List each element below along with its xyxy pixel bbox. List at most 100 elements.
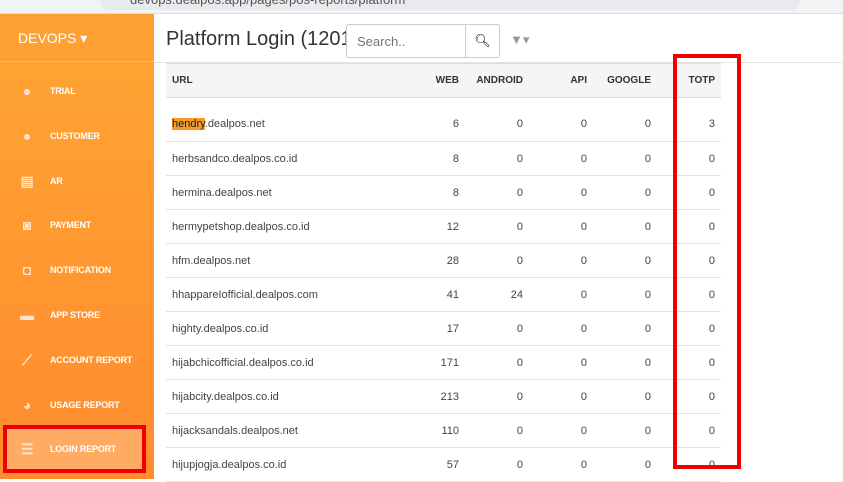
sidebar-item-label: CUSTOMER [50,131,100,141]
google-cell: 0 [593,413,657,448]
api-cell: 0 [529,209,593,244]
pie-chart-icon: ◕ [22,397,32,413]
api-cell: 0 [529,141,593,176]
store-icon: ▬ [20,307,34,323]
web-cell: 213 [405,379,465,414]
bar-list-icon: ☰ [20,440,34,457]
sidebar-item-usage-report[interactable]: ◕ USAGE REPORT [7,385,142,425]
search-icon: 🔍︎ [474,33,491,48]
table-row[interactable]: hijabchicofficial.dealpos.co.id 171 0 0 0 0 [166,345,721,380]
android-cell: 0 [465,243,529,278]
android-cell: 0 [465,447,529,482]
web-cell: 6 [405,107,465,142]
api-cell: 0 [529,175,593,210]
table-row[interactable]: herbsandco.dealpos.co.id 8 0 0 0 0 [166,141,721,176]
sidebar-item-payment[interactable]: ◙ PAYMENT [7,205,142,245]
table-row[interactable]: hermypetshop.dealpos.co.id 12 0 0 0 0 [166,209,721,244]
filter-dropdown[interactable]: ▼▾ [510,32,529,48]
android-cell: 0 [465,107,529,142]
android-cell: 0 [465,175,529,210]
column-header-url[interactable]: URL [166,63,405,98]
google-cell: 0 [593,243,657,278]
url-cell[interactable]: hermina.dealpos.net [166,175,405,210]
table-row[interactable]: hendry.dealpos.net 6 0 0 0 3 [166,107,721,142]
sidebar-item-label: AR [50,176,63,186]
google-cell: 0 [593,209,657,244]
web-cell: 8 [405,175,465,210]
api-cell: 0 [529,345,593,380]
url-cell[interactable]: hijupjogja.dealpos.co.id [166,447,405,482]
filter-icon: ▼▾ [510,32,530,47]
android-cell: 0 [465,345,529,380]
google-cell: 0 [593,107,657,142]
api-cell: 0 [529,277,593,312]
web-cell: 28 [405,243,465,278]
web-cell: 110 [405,413,465,448]
api-cell: 0 [529,447,593,482]
sidebar-item-login-report[interactable]: ☰ LOGIN REPORT [3,425,146,473]
sidebar-item-account-report[interactable]: ⟋ ACCOUNT REPORT [7,340,142,380]
sidebar-item-app-store[interactable]: ▬ APP STORE [7,295,142,335]
money-icon: ◙ [22,217,32,233]
sidebar-item-label: ACCOUNT REPORT [50,355,133,365]
web-cell: 12 [405,209,465,244]
table-row[interactable]: hhappareIofficial.dealpos.com 41 24 0 0 0 [166,277,721,312]
android-cell: 0 [465,311,529,346]
url-cell[interactable]: hijabchicofficial.dealpos.co.id [166,345,405,380]
platform-login-table: URL WEB ANDROID API GOOGLE TOTP hendry.dealpo… [166,63,721,482]
google-cell: 0 [593,447,657,482]
web-cell: 57 [405,447,465,482]
inbox-icon: ◘ [22,262,32,278]
table-row[interactable]: hijacksandals.dealpos.net 110 0 0 0 0 [166,413,721,448]
column-header-google[interactable]: GOOGLE [593,63,657,98]
url-cell[interactable]: hhappareIofficial.dealpos.com [166,277,405,312]
page-title: Platform Login (1201) [166,28,359,50]
sidebar-item-trial[interactable]: ● TRIAL [7,71,142,111]
google-cell: 0 [593,379,657,414]
sidebar-item-customer[interactable]: ● CUSTOMER [7,116,142,156]
api-cell: 0 [529,379,593,414]
android-cell: 0 [465,209,529,244]
search-input[interactable] [346,24,466,58]
search-button[interactable]: 🔍︎ [465,24,500,58]
sidebar-item-label: APP STORE [50,310,100,320]
google-cell: 0 [593,345,657,380]
sidebar-item-label: USAGE REPORT [50,400,120,410]
url-cell[interactable]: herbsandco.dealpos.co.id [166,141,405,176]
table-row[interactable]: hermina.dealpos.net 8 0 0 0 0 [166,175,721,210]
column-header-android[interactable]: ANDROID [465,63,529,98]
column-header-api[interactable]: API [529,63,593,98]
table-row[interactable]: hfm.dealpos.net 28 0 0 0 0 [166,243,721,278]
table-row[interactable]: hijupjogja.dealpos.co.id 57 0 0 0 0 [166,447,721,482]
google-cell: 0 [593,311,657,346]
sidebar-item-label: LOGIN REPORT [50,444,117,454]
url-cell[interactable]: hfm.dealpos.net [166,243,405,278]
address-bar[interactable]: devops.dealpos.app/pages/pos-reports/pla… [100,0,800,10]
table-row[interactable]: highty.dealpos.co.id 17 0 0 0 0 [166,311,721,346]
sidebar-item-ar[interactable]: ▤ AR [7,161,142,201]
org-dropdown[interactable]: DEVOPS ▾ [0,14,154,62]
url-cell[interactable]: hijacksandals.dealpos.net [166,413,405,448]
url-cell[interactable]: highty.dealpos.co.id [166,311,405,346]
api-cell: 0 [529,311,593,346]
google-cell: 0 [593,141,657,176]
url-cell[interactable]: hendry.dealpos.net [166,107,405,142]
line-chart-icon: ⟋ [22,351,32,368]
api-cell: 0 [529,243,593,278]
sidebar-item-label: PAYMENT [50,220,92,230]
url-cell[interactable]: hermypetshop.dealpos.co.id [166,209,405,244]
table-row[interactable]: hijabcity.dealpos.co.id 213 0 0 0 0 [166,379,721,414]
user-icon: ● [22,128,32,144]
android-cell: 24 [465,277,529,312]
android-cell: 0 [465,379,529,414]
android-cell: 0 [465,413,529,448]
column-header-web[interactable]: WEB [405,63,465,98]
api-cell: 0 [529,413,593,448]
google-cell: 0 [593,277,657,312]
caret-down-icon: ▾ [80,30,88,46]
google-cell: 0 [593,175,657,210]
web-cell: 41 [405,277,465,312]
url-cell[interactable]: hijabcity.dealpos.co.id [166,379,405,414]
document-icon: ▤ [20,172,34,189]
sidebar-item-notification[interactable]: ◘ NOTIFICATION [7,250,142,290]
